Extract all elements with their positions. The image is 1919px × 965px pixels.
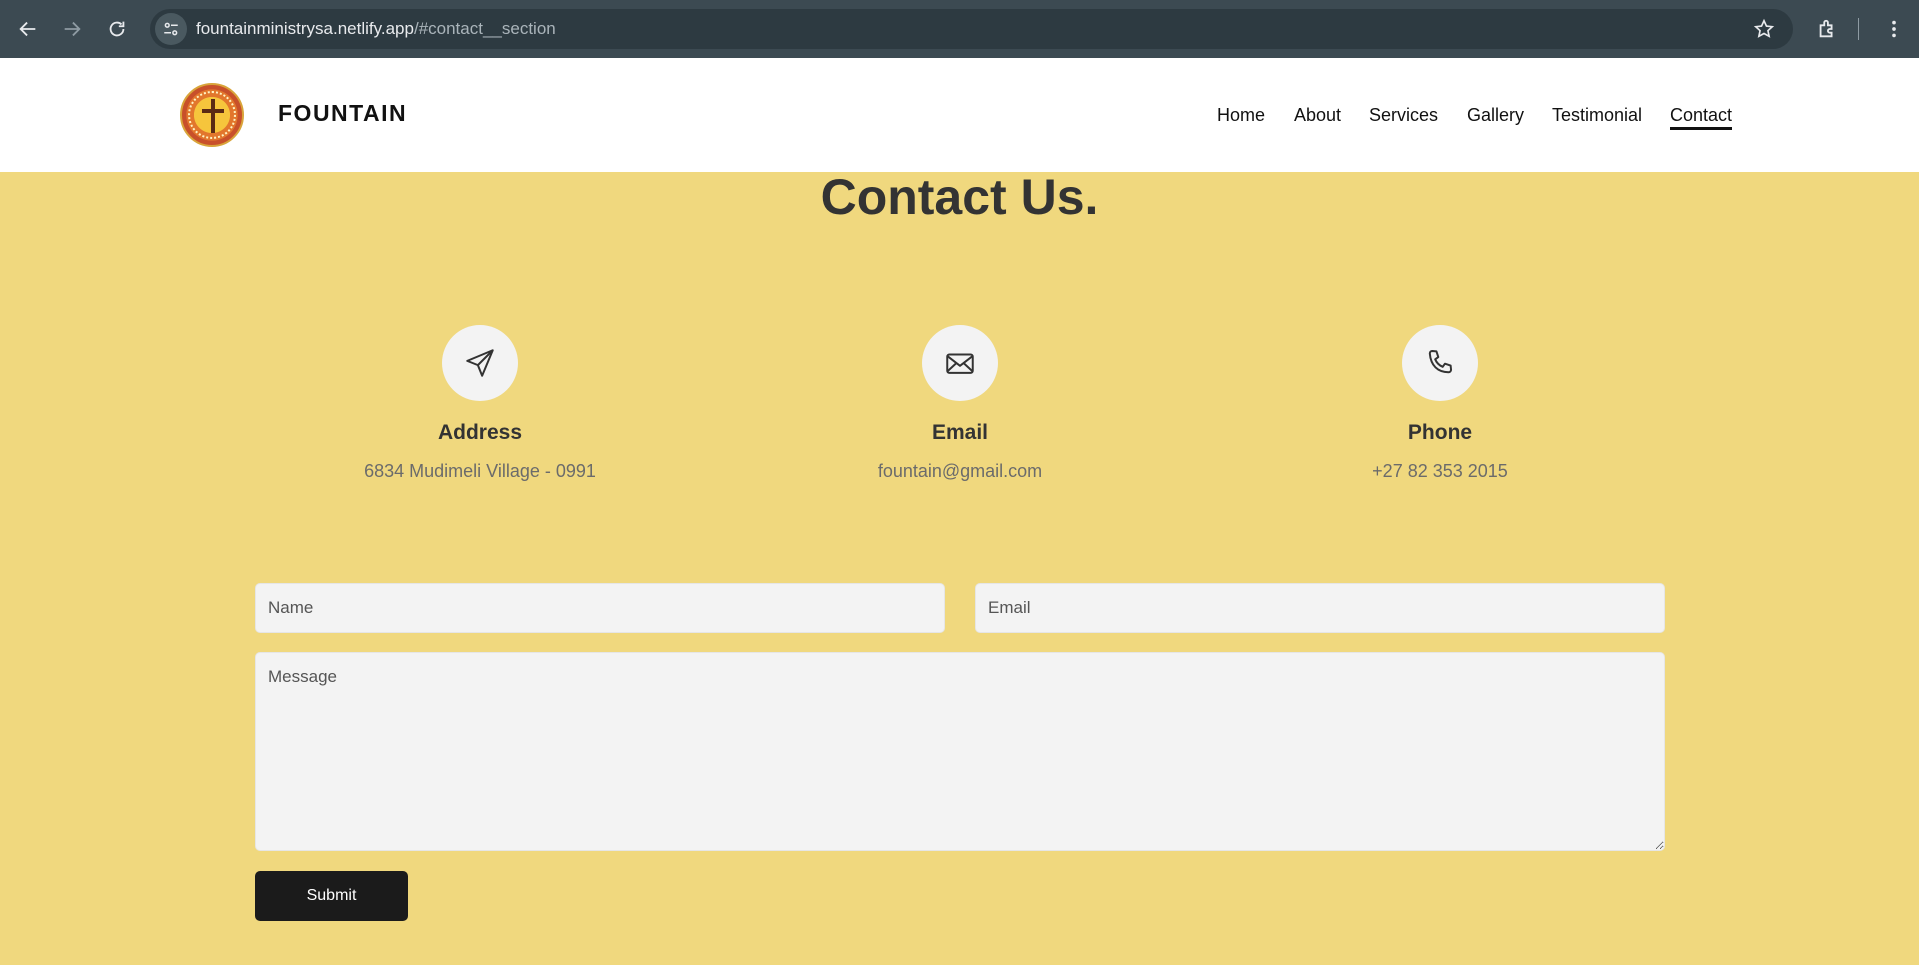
nav-home[interactable]: Home xyxy=(1217,105,1265,126)
browser-toolbar: fountainministrysa.netlify.app/#contact_… xyxy=(0,0,1919,58)
envelope-icon xyxy=(922,325,998,401)
phone-card: Phone +27 82 353 2015 xyxy=(1280,325,1600,482)
extensions-icon[interactable] xyxy=(1811,13,1843,45)
paper-plane-icon xyxy=(442,325,518,401)
email-title: Email xyxy=(931,421,989,444)
brand-name[interactable]: FOUNTAIN xyxy=(278,100,407,127)
email-input[interactable] xyxy=(975,583,1665,633)
address-bar[interactable]: fountainministrysa.netlify.app/#contact_… xyxy=(150,9,1793,49)
ministry-logo[interactable] xyxy=(180,83,244,147)
nav-testimonial[interactable]: Testimonial xyxy=(1552,105,1642,126)
menu-dots-icon[interactable] xyxy=(1878,13,1910,45)
back-icon[interactable] xyxy=(12,13,44,45)
site-header: FOUNTAIN Home About Services Gallery Tes… xyxy=(0,58,1919,172)
phone-value: +27 82 353 2015 xyxy=(1372,461,1508,481)
name-input[interactable] xyxy=(255,583,945,633)
address-title: Address xyxy=(437,421,523,444)
phone-title: Phone xyxy=(1407,421,1473,444)
nav-contact[interactable]: Contact xyxy=(1670,105,1733,130)
nav-services[interactable]: Services xyxy=(1369,105,1438,126)
phone-icon xyxy=(1402,325,1478,401)
forward-icon[interactable] xyxy=(56,13,88,45)
site-settings-icon[interactable] xyxy=(155,13,187,45)
bookmark-star-icon[interactable] xyxy=(1753,18,1775,40)
url-host: fountainministrysa.netlify.app xyxy=(196,19,414,38)
toolbar-divider xyxy=(1858,18,1859,40)
message-textarea[interactable] xyxy=(255,652,1665,851)
reload-icon[interactable] xyxy=(101,13,133,45)
logo-cross xyxy=(211,99,215,133)
email-card: Email fountain@gmail.com xyxy=(800,325,1120,482)
submit-button[interactable]: Submit xyxy=(255,871,408,921)
url-path: /#contact__section xyxy=(413,19,556,38)
url-text[interactable]: fountainministrysa.netlify.app/#contact_… xyxy=(196,19,556,39)
contact-title: Contact Us. xyxy=(820,169,1099,225)
nav-gallery[interactable]: Gallery xyxy=(1467,105,1524,126)
address-card: Address 6834 Mudimeli Village - 0991 xyxy=(320,325,640,482)
email-value: fountain@gmail.com xyxy=(877,461,1043,481)
nav-about[interactable]: About xyxy=(1294,105,1341,126)
address-value: 6834 Mudimeli Village - 0991 xyxy=(364,461,596,481)
